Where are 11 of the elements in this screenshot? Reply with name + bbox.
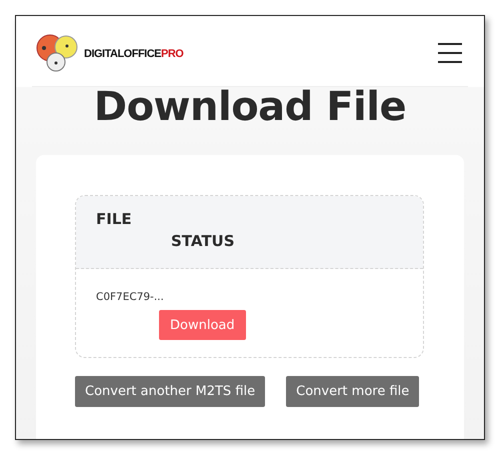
column-header: FILE <box>96 210 133 230</box>
convert-button[interactable]: Convert more file <box>286 376 420 407</box>
brand-name: DIGITALOFFICE <box>84 48 162 60</box>
convert-button[interactable]: Convert another M2TS file <box>75 376 266 407</box>
brand-name: PRO <box>161 48 184 60</box>
page-title: Download File <box>92 87 408 132</box>
file-name: C0F7EC79-... <box>96 291 165 303</box>
download-button[interactable]: Download <box>159 310 246 340</box>
column-header: STATUS <box>171 232 236 250</box>
menu-icon[interactable] <box>438 43 462 63</box>
discs-logo-icon <box>36 34 80 74</box>
